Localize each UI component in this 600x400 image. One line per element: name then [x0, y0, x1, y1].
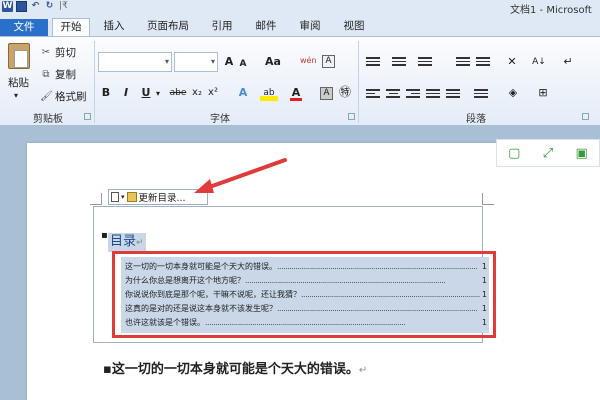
- toc-heading-text: 目录: [110, 234, 137, 249]
- toc-document-icon[interactable]: [111, 192, 119, 202]
- cut-button[interactable]: ✂ 剪切: [40, 45, 76, 60]
- clipboard-launcher-icon[interactable]: [84, 113, 91, 120]
- font-color-button[interactable]: A: [290, 85, 302, 101]
- font-name-select[interactable]: ▾: [98, 52, 172, 72]
- expand-icon[interactable]: ⤢: [543, 146, 553, 161]
- paragraph-launcher-icon[interactable]: [582, 113, 589, 120]
- paragraph-bullet: ▪: [103, 362, 112, 377]
- bold-button[interactable]: B: [100, 85, 112, 101]
- font-size-select[interactable]: ▾: [174, 52, 218, 72]
- toc-menu-dropdown-icon[interactable]: ▾: [121, 193, 125, 201]
- paragraph-mark: ↵: [136, 238, 144, 248]
- toc-heading[interactable]: 目录↵: [108, 233, 146, 252]
- annotation-arrow: [194, 158, 287, 193]
- increase-indent-icon[interactable]: [476, 55, 490, 67]
- superscript-button[interactable]: x²: [206, 85, 220, 101]
- brush-icon: 🖌: [40, 90, 53, 102]
- tab-references[interactable]: 引用: [204, 18, 240, 36]
- format-painter-button[interactable]: 🖌 格式刷: [40, 89, 87, 104]
- copy-icon: ⧉: [42, 68, 50, 80]
- align-center-icon[interactable]: [386, 87, 400, 99]
- align-right-icon[interactable]: [406, 87, 420, 99]
- reading-mode-icon[interactable]: ▢: [508, 146, 520, 161]
- clipboard-group-label: 剪贴板: [33, 114, 63, 125]
- shrink-font-button[interactable]: A: [237, 56, 249, 72]
- multilevel-list-icon[interactable]: [418, 55, 432, 67]
- show-marks-button[interactable]: ↵: [562, 54, 574, 70]
- bullets-icon[interactable]: [366, 55, 380, 67]
- tab-insert[interactable]: 插入: [96, 18, 132, 36]
- text-effects-button[interactable]: A: [236, 85, 250, 101]
- ribbon-tabs: 文件 开始 插入 页面布局 引用 邮件 审阅 视图: [0, 14, 600, 37]
- paragraph-mark: ↵: [358, 365, 368, 376]
- body-paragraph[interactable]: ▪这一切的一切本身就可能是个天大的错误。↵: [103, 358, 367, 377]
- group-divider: [358, 41, 359, 123]
- font-group-label: 字体: [210, 114, 230, 125]
- format-painter-label: 格式刷: [55, 91, 87, 103]
- grow-font-button[interactable]: A: [222, 54, 236, 70]
- shading-icon[interactable]: ◈: [506, 85, 520, 101]
- quick-access-toolbar: W ↶ ↻ |₹: [2, 1, 69, 12]
- scissors-icon: ✂: [41, 46, 51, 58]
- tab-review[interactable]: 审阅: [292, 18, 328, 36]
- customize-qat-icon[interactable]: |₹: [58, 1, 69, 12]
- subscript-button[interactable]: x₂: [190, 85, 204, 101]
- save-layout-icon[interactable]: ▣: [576, 146, 588, 161]
- strikethrough-button[interactable]: abe: [168, 85, 188, 101]
- numbering-icon[interactable]: [392, 55, 406, 67]
- line-spacing-icon[interactable]: [474, 87, 488, 99]
- clear-format-button[interactable]: wén: [300, 53, 317, 69]
- highlight-annotation-box: [112, 251, 496, 338]
- char-shading-button[interactable]: A: [320, 87, 333, 100]
- copy-button[interactable]: ⧉ 复制: [40, 67, 76, 82]
- undo-icon[interactable]: ↶: [30, 1, 41, 12]
- save-icon[interactable]: [16, 1, 27, 12]
- underline-button[interactable]: U: [140, 85, 152, 101]
- tab-file[interactable]: 文件: [0, 19, 48, 37]
- paste-icon[interactable]: [8, 43, 30, 69]
- font-launcher-icon[interactable]: [348, 113, 355, 120]
- underline-dropdown-icon[interactable]: ▾: [154, 86, 162, 102]
- distributed-icon[interactable]: [446, 87, 460, 99]
- copy-label: 复制: [55, 69, 76, 81]
- chinese-layout-icon[interactable]: ✕: [504, 54, 520, 70]
- tab-home[interactable]: 开始: [52, 18, 90, 37]
- tab-view[interactable]: 视图: [336, 18, 372, 36]
- sort-button[interactable]: A↓: [530, 54, 548, 70]
- tab-mailings[interactable]: 邮件: [248, 18, 284, 36]
- char-border-button[interactable]: A: [322, 55, 335, 68]
- side-toolbar: ▢ ⤢ ▣: [496, 139, 600, 167]
- highlight-button[interactable]: ab: [260, 85, 278, 101]
- body-text: 这一切的一切本身就可能是个天大的错误。: [111, 362, 359, 377]
- redo-icon[interactable]: ↻: [44, 1, 55, 12]
- italic-button[interactable]: I: [120, 85, 132, 101]
- align-left-icon[interactable]: [366, 87, 380, 99]
- group-divider: [94, 41, 95, 123]
- ribbon: 粘贴 ▾ ✂ 剪切 ⧉ 复制 🖌 格式刷 剪贴板 ▾ ▾ A A Aa wén …: [0, 36, 600, 126]
- borders-icon[interactable]: ⊞: [536, 85, 550, 101]
- margin-corner-mark: [90, 193, 102, 205]
- cut-label: 剪切: [55, 47, 76, 59]
- update-toc-icon: [126, 192, 137, 202]
- update-toc-button[interactable]: 更新目录...: [139, 190, 186, 204]
- paragraph-group-label: 段落: [466, 114, 486, 125]
- heading-bullet: ▪: [101, 230, 108, 241]
- paste-dropdown-icon[interactable]: ▾: [14, 91, 18, 100]
- tab-page-layout[interactable]: 页面布局: [140, 18, 196, 36]
- margin-corner-mark: [482, 193, 494, 205]
- decrease-indent-icon[interactable]: [456, 55, 470, 67]
- enclose-char-button[interactable]: ㊕: [338, 84, 352, 100]
- change-case-button[interactable]: Aa: [264, 54, 282, 70]
- justify-icon[interactable]: [426, 87, 440, 99]
- word-logo-icon: W: [2, 1, 13, 12]
- title-bar: W ↶ ↻ |₹ 文档1 - Microsoft: [0, 0, 600, 16]
- paste-button[interactable]: 粘贴: [8, 75, 29, 90]
